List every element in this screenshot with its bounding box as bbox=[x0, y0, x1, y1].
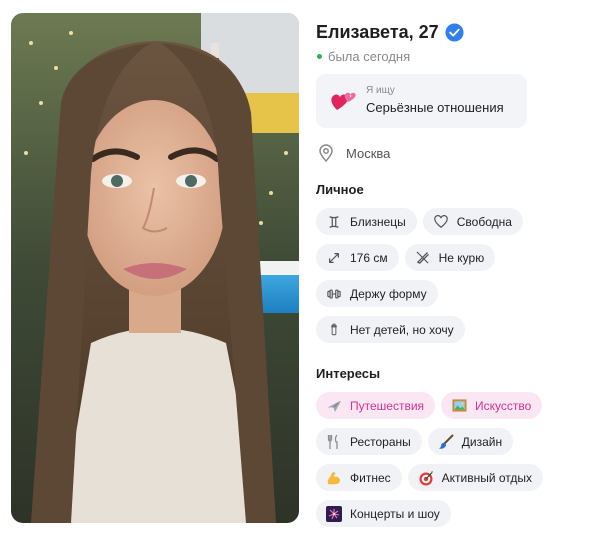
paintbrush-icon bbox=[437, 434, 455, 450]
chip-height: 176 см bbox=[316, 244, 399, 271]
personal-chips: Близнецы Свободна 176 см Не курю Держу ф… bbox=[316, 208, 590, 352]
interests-section-title: Интересы bbox=[316, 366, 381, 381]
chip-label: Путешествия bbox=[350, 398, 425, 413]
online-status: была сегодня bbox=[316, 48, 590, 64]
city-row: Москва bbox=[316, 144, 590, 163]
no-smoking-icon bbox=[414, 250, 432, 266]
chip-label: Фитнес bbox=[350, 470, 391, 485]
flexed-bicep-icon bbox=[325, 470, 343, 486]
interest-chips: Путешествия Искусство Рестораны Дизайн Ф… bbox=[316, 392, 590, 536]
profile-photo-image bbox=[11, 13, 299, 523]
fork-knife-icon bbox=[325, 434, 343, 450]
baby-bottle-icon bbox=[325, 322, 343, 338]
chip-relationship: Свободна bbox=[422, 208, 523, 235]
fireworks-icon bbox=[325, 505, 343, 522]
heart-outline-icon bbox=[432, 214, 450, 230]
online-status-text: была сегодня bbox=[328, 48, 411, 64]
chip-interest-restaurants[interactable]: Рестораны bbox=[316, 428, 422, 455]
chip-interest-art[interactable]: Искусство bbox=[441, 392, 543, 419]
chip-fitness: Держу форму bbox=[316, 280, 438, 307]
chip-label: Держу форму bbox=[350, 286, 427, 301]
profile-photo[interactable] bbox=[11, 13, 299, 523]
chip-label: Не курю bbox=[438, 250, 485, 265]
chip-interest-fitness[interactable]: Фитнес bbox=[316, 464, 402, 491]
profile-info: Елизавета, 27 была сегодня Я ищу Серьёзн… bbox=[316, 18, 590, 536]
profile-name-age: Елизавета, 27 bbox=[316, 21, 439, 42]
verified-check-icon bbox=[445, 22, 464, 42]
personal-section-title: Личное bbox=[316, 182, 364, 197]
location-pin-icon bbox=[318, 144, 334, 163]
seeking-card: Я ищу Серьёзные отношения bbox=[316, 74, 527, 128]
chip-label: Нет детей, но хочу bbox=[350, 322, 454, 337]
chip-interest-travel[interactable]: Путешествия bbox=[316, 392, 436, 419]
chip-label: Свободна bbox=[456, 214, 512, 229]
height-arrows-icon bbox=[325, 250, 343, 266]
chip-smoking: Не курю bbox=[404, 244, 496, 271]
city-text: Москва bbox=[346, 145, 391, 161]
dumbbell-icon bbox=[325, 286, 343, 302]
chip-zodiac: Близнецы bbox=[316, 208, 417, 235]
airplane-icon bbox=[325, 398, 343, 414]
chip-label: 176 см bbox=[350, 250, 388, 265]
seeking-value: Серьёзные отношения bbox=[366, 100, 504, 115]
chip-children: Нет детей, но хочу bbox=[316, 316, 465, 343]
hearts-icon bbox=[328, 86, 358, 116]
online-dot-icon bbox=[317, 53, 322, 59]
dart-target-icon bbox=[417, 470, 435, 486]
chip-label: Близнецы bbox=[350, 214, 406, 229]
chip-interest-active-rest[interactable]: Активный отдых bbox=[407, 464, 544, 491]
framed-picture-icon bbox=[450, 398, 468, 414]
chip-label: Активный отдых bbox=[441, 470, 533, 485]
name-row: Елизавета, 27 bbox=[316, 18, 590, 46]
chip-interest-design[interactable]: Дизайн bbox=[427, 428, 514, 455]
chip-label: Концерты и шоу bbox=[350, 506, 440, 521]
chip-label: Дизайн bbox=[461, 434, 503, 449]
chip-label: Искусство bbox=[475, 398, 532, 413]
seeking-label: Я ищу bbox=[366, 85, 395, 96]
gemini-icon bbox=[325, 214, 343, 230]
chip-interest-concerts[interactable]: Концерты и шоу bbox=[316, 500, 451, 527]
chip-label: Рестораны bbox=[350, 434, 411, 449]
